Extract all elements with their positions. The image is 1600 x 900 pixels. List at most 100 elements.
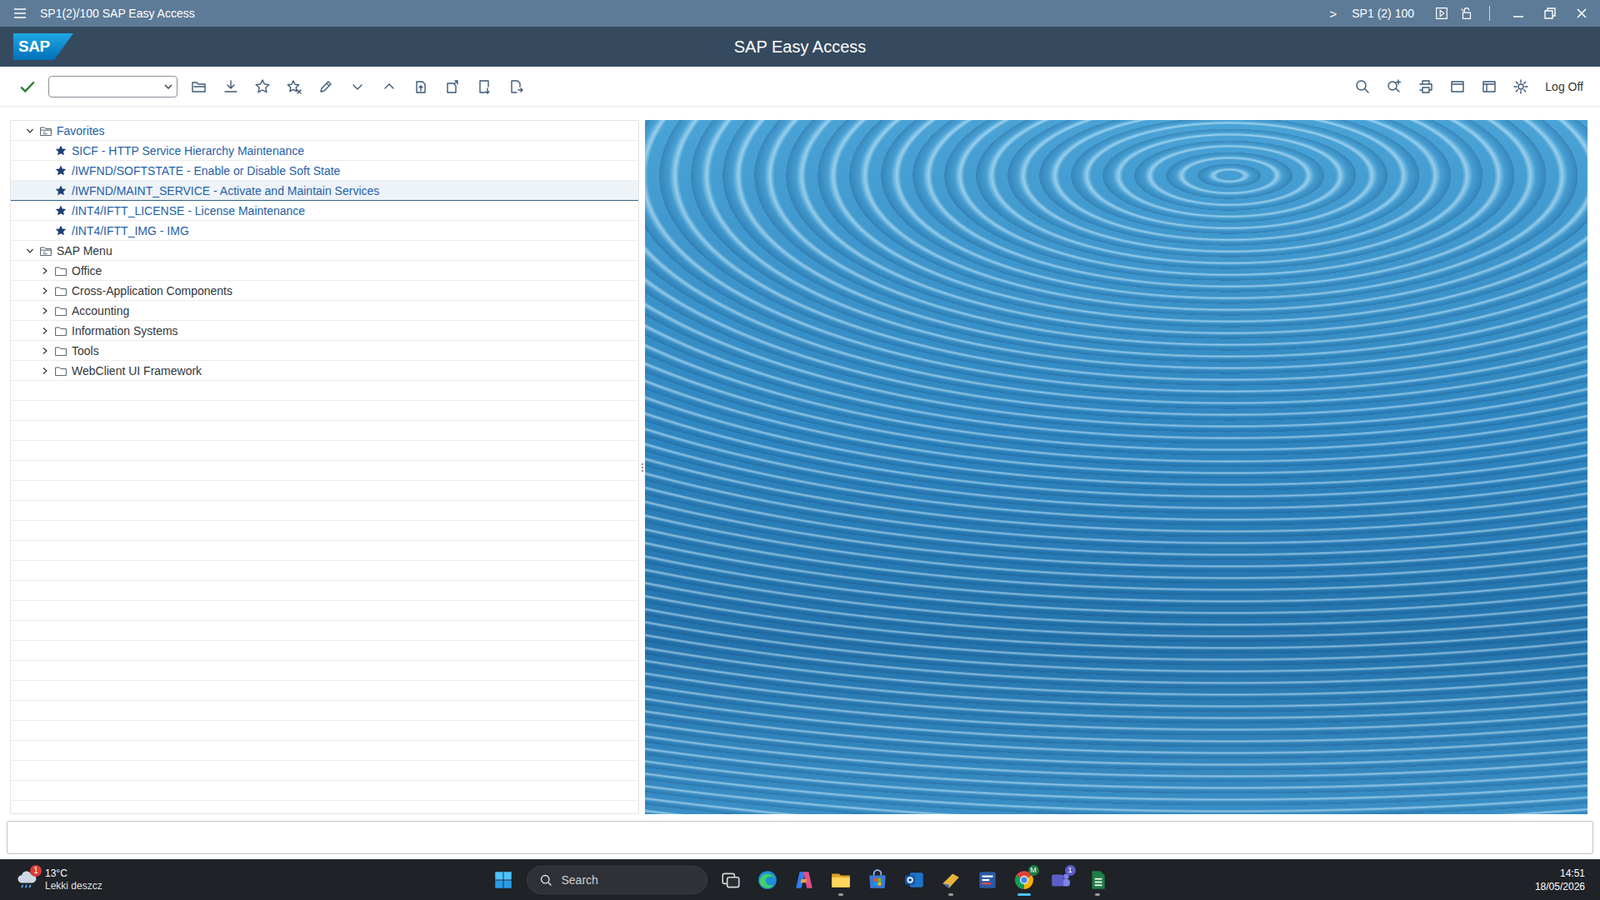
toolbar-button[interactable] (500, 71, 532, 102)
tree-row[interactable]: /IWFND/MAINT_SERVICE - Activate and Main… (10, 180, 639, 201)
search-icon (1354, 78, 1371, 95)
play-icon[interactable] (1434, 5, 1450, 21)
tree-label: Cross-Application Components (71, 283, 233, 299)
system-info: SP1 (2) 100 (1351, 6, 1415, 20)
tree-row[interactable]: Tools (10, 340, 639, 361)
weather-temperature: 13°C (45, 867, 103, 880)
app-badge: 1 (1065, 865, 1076, 876)
window-title: SP1(2)/100 SAP Easy Access (40, 6, 195, 20)
folder-icon (54, 364, 68, 378)
edge-icon (756, 869, 779, 891)
dropdown-icon[interactable] (163, 81, 174, 92)
star-icon (54, 144, 68, 158)
taskbar-app[interactable] (970, 863, 1005, 897)
taskbar-app[interactable] (714, 863, 748, 897)
tree-row[interactable]: /IWFND/SOFTSTATE - Enable or Disable Sof… (10, 160, 639, 181)
move-down-icon (475, 78, 493, 95)
sap-gui-window: SP1(2)/100 SAP Easy Access > SP1 (2) 100 SA… (0, 0, 1600, 900)
tree-row[interactable]: /INT4/IFTT_LICENSE - License Maintenance (10, 200, 639, 221)
move-in-icon (507, 78, 525, 95)
tree-row[interactable]: /INT4/IFTT_IMG - IMG (10, 220, 639, 241)
tree-label: /INT4/IFTT_IMG - IMG (71, 223, 190, 239)
tree-row[interactable]: Information Systems (10, 320, 639, 341)
empty-rows (10, 380, 639, 814)
enter-check-icon[interactable] (18, 77, 37, 96)
toolbar-button[interactable] (341, 71, 374, 102)
toolbar-button[interactable] (405, 71, 437, 102)
toolbar-button[interactable] (1346, 71, 1379, 102)
minimize-icon[interactable] (1510, 5, 1527, 22)
windows-icon (492, 869, 515, 891)
screen-title: SAP Easy Access (734, 37, 867, 57)
search-next-icon (1385, 78, 1403, 95)
running-indicator (948, 893, 954, 896)
chevron-icon[interactable] (40, 346, 50, 355)
status-field (6, 820, 1594, 855)
search-box[interactable]: Search (526, 865, 708, 895)
taskbar-app[interactable] (787, 863, 821, 897)
toolbar-button[interactable] (1441, 71, 1474, 102)
layout-icon (1480, 78, 1498, 95)
chevron-icon[interactable] (40, 326, 50, 335)
weather-widget[interactable]: 113°CLekki deszcz (15, 867, 103, 893)
taskbar-app[interactable] (897, 863, 931, 897)
tool-group-right: Log Off (1346, 71, 1584, 102)
running-indicator (1095, 893, 1100, 896)
taskbar-app[interactable] (824, 863, 858, 897)
chevron-up-icon (380, 78, 398, 95)
chevron-icon[interactable] (40, 366, 50, 375)
menu-folder-icon (39, 244, 53, 258)
tree-row[interactable]: Accounting (10, 300, 639, 321)
clock[interactable]: 14:5118/05/2026 (1535, 866, 1585, 894)
taskbar-app[interactable] (1080, 863, 1115, 897)
close-icon[interactable] (1573, 5, 1590, 22)
tree-row[interactable]: Cross-Application Components (10, 280, 639, 301)
taskbar-app[interactable]: 1 (1044, 863, 1078, 897)
toolbar-button[interactable] (436, 71, 469, 102)
splitter[interactable] (639, 120, 645, 815)
chevron-icon[interactable] (40, 266, 50, 275)
taskbar-app[interactable]: M (1007, 863, 1041, 897)
taskbar-app[interactable] (934, 863, 968, 897)
lock-icon[interactable] (1459, 5, 1475, 21)
toolbar-button[interactable] (310, 71, 342, 102)
toolbar-button[interactable] (1410, 71, 1442, 102)
tree-row[interactable]: Office (10, 260, 639, 281)
taskbar-app[interactable] (860, 863, 895, 897)
taskbar-app[interactable] (750, 863, 785, 897)
toolbar-button[interactable] (183, 71, 215, 102)
add-favorite-icon (254, 78, 271, 95)
menu-folder-icon (39, 124, 53, 138)
toolbar-button[interactable] (373, 71, 405, 102)
start-button[interactable] (486, 863, 520, 897)
chevron-icon[interactable] (25, 126, 35, 135)
hamburger-icon[interactable] (11, 5, 29, 22)
taskbar: 113°CLekki deszcz Search M 1 14:5118/05/2026 (0, 859, 1600, 900)
expand-button[interactable]: > (1330, 6, 1338, 21)
time: 14:51 (1560, 866, 1585, 880)
star-icon (54, 224, 68, 238)
toolbar-button[interactable] (278, 71, 310, 102)
toolbar-button[interactable] (215, 71, 247, 102)
restore-icon[interactable] (1541, 5, 1559, 22)
toolbar-button[interactable] (246, 71, 279, 102)
chevron-icon[interactable] (25, 246, 35, 255)
command-field[interactable] (48, 75, 178, 98)
toolbar-button[interactable] (1505, 71, 1537, 102)
spreadsheet-icon (1086, 869, 1109, 891)
print-icon (1417, 78, 1435, 95)
folder-icon (830, 869, 852, 891)
toolbar-button[interactable] (468, 71, 500, 102)
chevron-icon[interactable] (40, 306, 50, 315)
tree-row[interactable]: SICF - HTTP Service Hierarchy Maintenanc… (10, 140, 639, 161)
title-bar-controls: > SP1 (2) 100 (1330, 5, 1590, 22)
status-bar (0, 816, 1600, 860)
toolbar-button[interactable] (1473, 71, 1505, 102)
tree-row[interactable]: SAP Menu (10, 240, 639, 261)
chevron-icon[interactable] (40, 286, 50, 295)
log-off-button[interactable]: Log Off (1545, 80, 1584, 94)
toolbar-button[interactable] (1378, 71, 1410, 102)
tree-row[interactable]: Favorites (10, 120, 639, 141)
tree-row[interactable]: WebClient UI Framework (10, 360, 639, 381)
star-icon (54, 204, 68, 218)
